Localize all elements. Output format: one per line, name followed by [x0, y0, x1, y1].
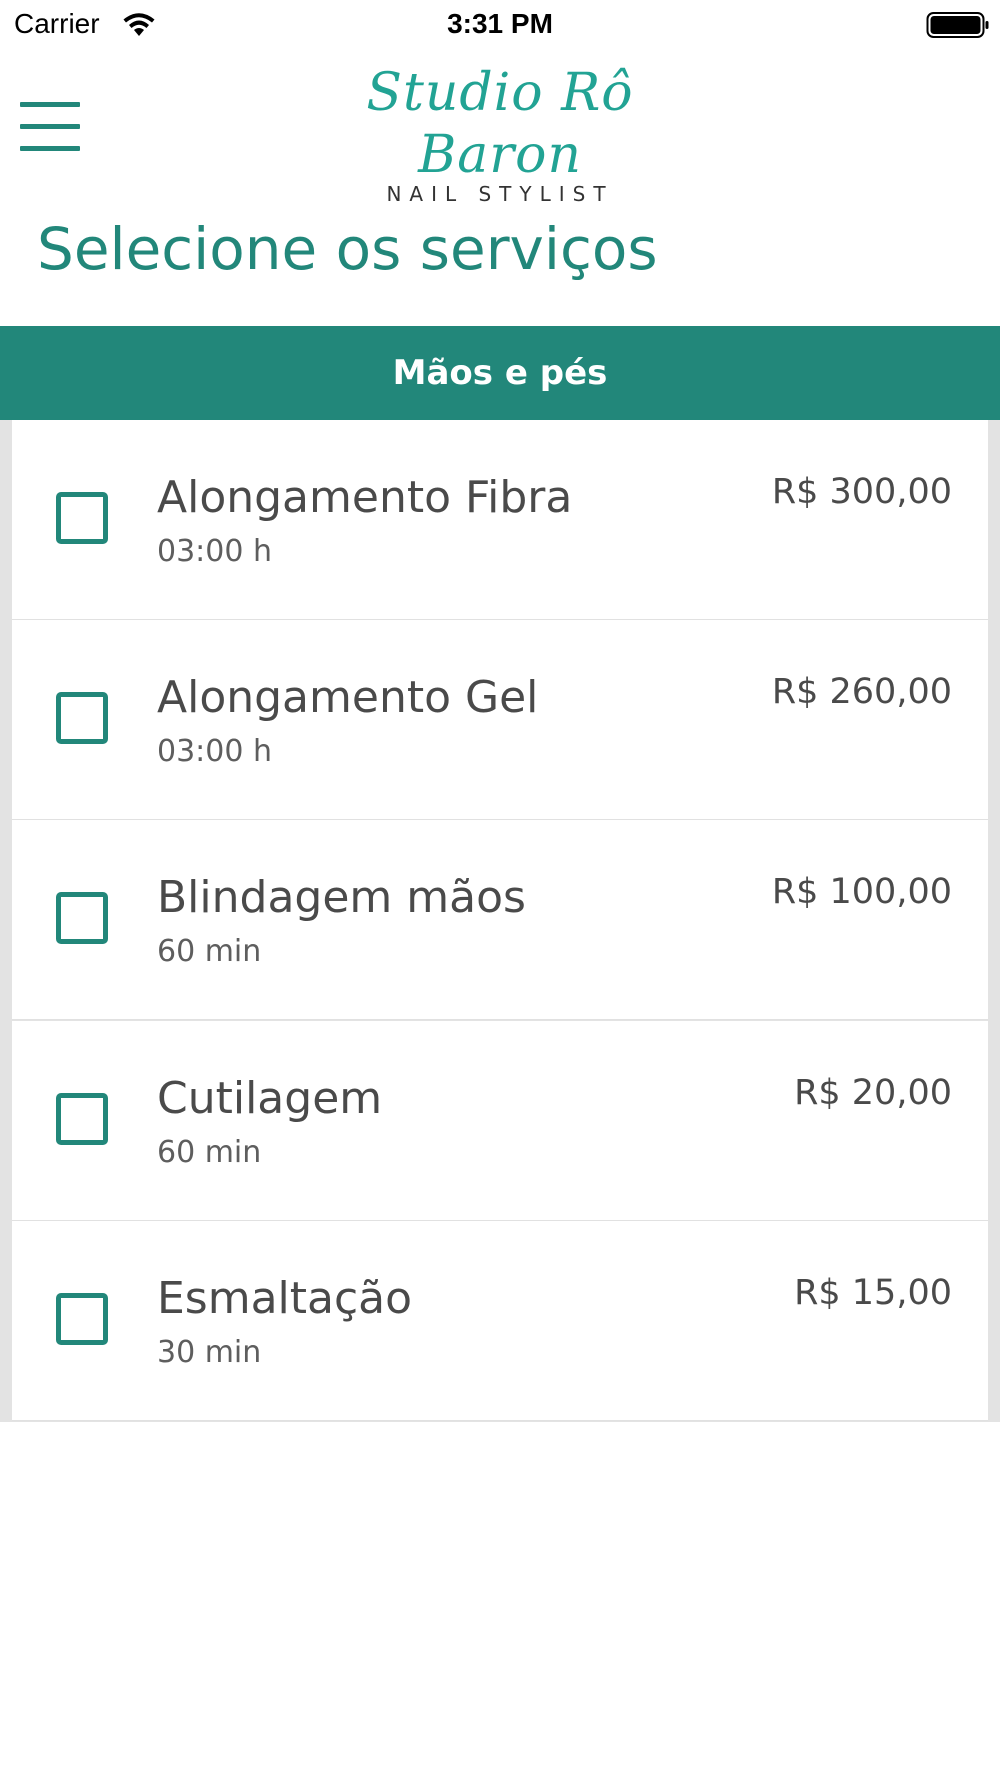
clock: 3:31 PM [447, 8, 553, 39]
service-checkbox[interactable] [56, 892, 108, 944]
service-name: Cutilagem [157, 1073, 383, 1124]
service-duration: 60 min [157, 1135, 262, 1170]
service-item[interactable]: Esmaltação 30 min R$ 15,00 [12, 1221, 988, 1421]
service-duration: 60 min [157, 934, 262, 969]
service-price: R$ 100,00 [771, 872, 952, 912]
studio-logo: Studio Rô Baron NAIL STYLIST [295, 62, 705, 206]
service-checkbox[interactable] [56, 1293, 108, 1345]
service-item[interactable]: Blindagem mãos 60 min R$ 100,00 [12, 820, 988, 1020]
service-price: R$ 300,00 [771, 472, 952, 512]
service-name: Alongamento Fibra [157, 472, 573, 523]
service-list: Alongamento Fibra 03:00 h R$ 300,00 Alon… [0, 420, 1000, 1422]
service-checkbox[interactable] [56, 492, 108, 544]
service-item[interactable]: Alongamento Fibra 03:00 h R$ 300,00 [12, 420, 988, 620]
logo-script-text: Studio Rô Baron [366, 63, 634, 185]
service-price: R$ 15,00 [794, 1273, 952, 1313]
service-name: Blindagem mãos [157, 872, 526, 923]
service-checkbox[interactable] [56, 692, 108, 744]
service-price: R$ 260,00 [771, 672, 952, 712]
service-name: Esmaltação [157, 1273, 413, 1324]
service-duration: 03:00 h [157, 534, 273, 569]
logo-subtitle: NAIL STYLIST [386, 182, 614, 206]
status-bar: Carrier 3:31 PM [0, 0, 1000, 50]
menu-button[interactable] [14, 96, 84, 156]
service-name: Alongamento Gel [157, 672, 539, 723]
page-title: Selecione os serviços [37, 215, 658, 283]
service-duration: 30 min [157, 1335, 262, 1370]
service-item[interactable]: Alongamento Gel 03:00 h R$ 260,00 [12, 620, 988, 820]
category-header[interactable]: Mãos e pés [0, 326, 1000, 420]
service-duration: 03:00 h [157, 734, 273, 769]
category-label: Mãos e pés [392, 353, 608, 393]
battery-full-icon [926, 12, 989, 38]
service-item[interactable]: Cutilagem 60 min R$ 20,00 [12, 1021, 988, 1221]
service-checkbox[interactable] [56, 1093, 108, 1145]
service-price: R$ 20,00 [794, 1073, 952, 1113]
